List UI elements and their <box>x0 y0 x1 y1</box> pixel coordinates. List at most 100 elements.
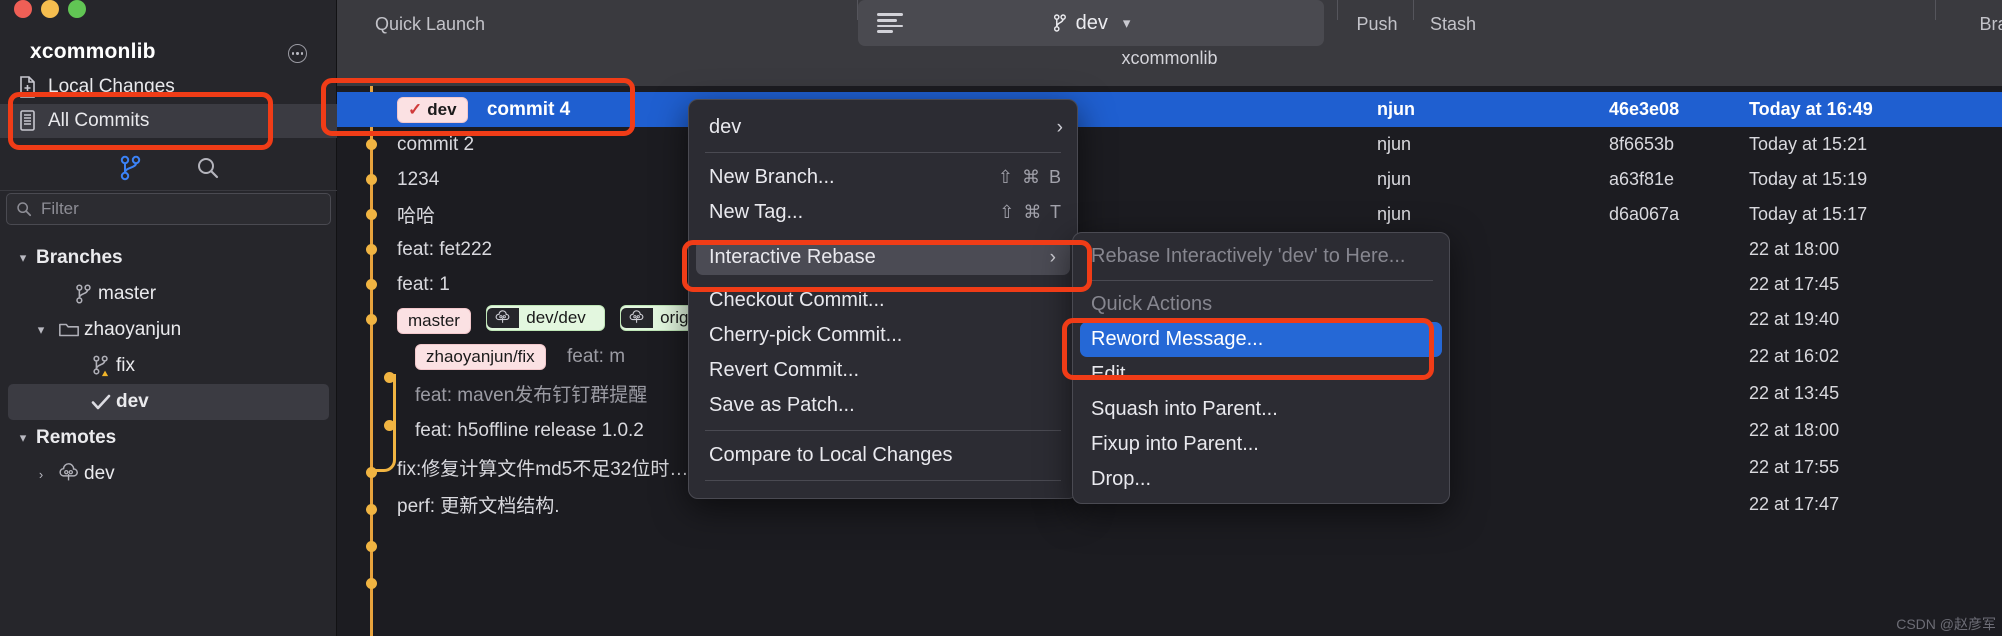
branch-tag-master[interactable]: master <box>397 308 471 334</box>
branch-tag-dev[interactable]: ✓ dev <box>397 96 468 123</box>
chevron-down-icon[interactable]: ▾ <box>28 322 54 338</box>
chevron-right-icon[interactable]: › <box>28 467 54 482</box>
tree-item-master[interactable]: master <box>0 276 337 312</box>
context-menu-header-label: dev <box>709 116 742 138</box>
commit-hash: 46e3e08 <box>1609 99 1680 119</box>
submenu-item-reword-message[interactable]: Reword Message... <box>1080 322 1442 357</box>
toolbar-quick-launch[interactable]: Quick Launch <box>355 14 505 35</box>
tree-group-branches[interactable]: ▾ Branches <box>0 240 337 276</box>
maximize-button[interactable] <box>68 0 86 18</box>
commit-date: 22 at 18:00 <box>1749 239 1840 259</box>
table-row[interactable]: 哈哈 njun d6a067a Today at 15:17 <box>337 197 2002 232</box>
branch-tag-zhaoyanjun-fix[interactable]: zhaoyanjun/fix <box>415 343 546 370</box>
app-window: xcommonlib Local Changes All Commits Fil… <box>0 0 2002 636</box>
chevron-down-icon[interactable]: ▾ <box>10 250 36 266</box>
tree-folder-zhaoyanjun[interactable]: ▾ zhaoyanjun <box>0 312 337 348</box>
commit-date: 22 at 16:02 <box>1749 346 1840 366</box>
folder-icon <box>54 320 84 340</box>
tree-label: fix <box>116 355 135 376</box>
menu-item-cherry-pick-commit[interactable]: Cherry-pick Commit... <box>689 318 1077 353</box>
cloud-branch-icon <box>621 308 654 328</box>
menu-label: Checkout Commit... <box>709 289 885 311</box>
sidebar-item-all-commits[interactable]: All Commits <box>0 104 337 138</box>
tree-label: Remotes <box>36 427 117 448</box>
submenu-item-quick-actions: Quick Actions <box>1091 293 1213 315</box>
sidebar-item-local-changes[interactable]: Local Changes <box>0 70 337 104</box>
submenu-item-rebase-interactively[interactable]: Rebase Interactively 'dev' to Here... <box>1073 239 1449 274</box>
menu-item-interactive-rebase[interactable]: Interactive Rebase › <box>696 240 1070 275</box>
menu-item-compare-to-local-changes[interactable]: Compare to Local Changes <box>689 438 1077 473</box>
tree-group-remotes[interactable]: ▾ Remotes <box>0 420 337 456</box>
menu-item-new-branch[interactable]: New Branch... ⇧ ⌘ B <box>689 160 1077 195</box>
ellipsis-icon[interactable] <box>288 44 307 63</box>
submenu-item-drop[interactable]: Drop... <box>1073 462 1449 497</box>
submenu-item-squash-into-parent[interactable]: Squash into Parent... <box>1073 392 1449 427</box>
commit-date: Today at 15:19 <box>1749 169 1868 189</box>
commit-date: Today at 15:21 <box>1749 134 1868 154</box>
commit-author: njun <box>1377 169 1412 189</box>
tree-label: dev <box>116 391 149 412</box>
tree-item-dev[interactable]: dev <box>8 384 329 420</box>
toolbar-branch[interactable]: Branch <box>1963 14 2002 35</box>
commit-message: feat: 1 <box>397 273 450 295</box>
chevron-right-icon: › <box>1049 246 1056 268</box>
commit-author: njun <box>1377 99 1415 119</box>
filter-input[interactable]: Filter <box>6 193 331 225</box>
submenu-item-edit[interactable]: Edit... <box>1073 357 1449 392</box>
menu-shortcut: ⇧ ⌘ T <box>999 202 1063 222</box>
interactive-rebase-submenu: Rebase Interactively 'dev' to Here... Qu… <box>1072 232 1450 504</box>
menu-shortcut: ⇧ ⌘ B <box>997 167 1063 187</box>
commit-message: 1234 <box>397 168 440 190</box>
submenu-item-fixup-into-parent[interactable]: Fixup into Parent... <box>1073 427 1449 462</box>
branch-tag-dev-dev[interactable]: dev/dev <box>486 305 605 331</box>
sidebar-label: All Commits <box>48 110 150 131</box>
commit-date: 22 at 18:00 <box>1749 420 1840 440</box>
local-changes-icon <box>14 76 40 98</box>
tree-item-fix[interactable]: fix <box>0 348 337 384</box>
chevron-down-icon[interactable]: ▾ <box>10 430 36 446</box>
all-commits-icon <box>14 110 40 132</box>
commit-author: njun <box>1377 204 1412 224</box>
minimize-button[interactable] <box>41 0 59 18</box>
divider <box>705 480 1061 481</box>
commit-hash: a63f81e <box>1609 169 1675 189</box>
commit-message: fix:修复计算文件md5不足32位时… <box>397 459 689 480</box>
menu-item-save-as-patch[interactable]: Save as Patch... <box>689 388 1077 423</box>
check-icon <box>86 392 116 412</box>
commit-message: perf: 更新文档结构. <box>397 496 560 517</box>
context-menu: dev › New Branch... ⇧ ⌘ B New Tag... ⇧ ⌘… <box>688 99 1078 499</box>
commit-date: 22 at 19:40 <box>1749 309 1840 329</box>
menu-item-new-tag[interactable]: New Tag... ⇧ ⌘ T <box>689 195 1077 230</box>
commit-date: 22 at 13:45 <box>1749 383 1840 403</box>
toolbar-push[interactable]: Push <box>1346 14 1408 35</box>
chevron-down-icon[interactable]: ▾ <box>1123 14 1131 32</box>
menu-label: New Branch... <box>709 166 835 188</box>
repo-title-center: xcommonlib <box>1121 48 1218 68</box>
close-button[interactable] <box>14 0 32 18</box>
commit-date: Today at 15:17 <box>1749 204 1868 224</box>
tree-item-remote-dev[interactable]: › dev <box>0 456 337 492</box>
context-menu-header[interactable]: dev › <box>689 110 1077 145</box>
branch-selector-value: dev <box>1075 11 1108 34</box>
table-row[interactable]: ✓ dev commit 4 njun 46e3e08 Today at 16:4… <box>337 92 2002 127</box>
commit-author: njun <box>1377 134 1412 154</box>
toolbar-stash[interactable]: Stash <box>1418 14 1488 35</box>
search-tab[interactable] <box>195 154 221 182</box>
commit-date: Today at 16:49 <box>1749 99 1873 119</box>
menu-label: Interactive Rebase <box>709 246 876 268</box>
watermark: CSDN @赵彦军 <box>1896 616 1996 632</box>
tree-label: Branches <box>36 247 123 268</box>
search-icon <box>17 202 32 217</box>
commit-message: feat: maven发布钉钉群提醒 <box>415 385 648 406</box>
menu-item-checkout-commit[interactable]: Checkout Commit... <box>689 283 1077 318</box>
branches-tab[interactable] <box>117 154 143 182</box>
commit-message: commit 2 <box>397 133 475 155</box>
table-row[interactable]: 1234 njun a63f81e Today at 15:19 <box>337 162 2002 197</box>
table-row[interactable]: commit 2 njun 8f6653b Today at 15:21 <box>337 127 2002 162</box>
menu-label: Save as Patch... <box>709 394 855 416</box>
commit-row-content: zhaoyanjun/fix feat: m <box>415 343 626 370</box>
branch-selector[interactable]: dev ▾ <box>858 0 1324 46</box>
commit-message: feat: m <box>566 345 626 367</box>
commit-message: commit 4 <box>486 98 571 120</box>
menu-item-revert-commit[interactable]: Revert Commit... <box>689 353 1077 388</box>
